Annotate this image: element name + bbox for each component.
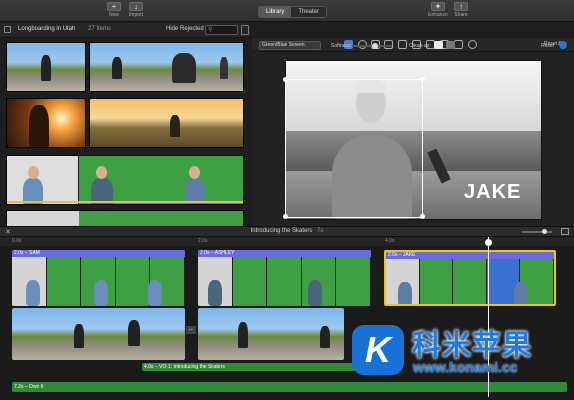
- magic-wand-icon: ✦: [431, 2, 445, 11]
- enhance-button[interactable]: ✦ Enhance: [427, 2, 449, 20]
- voiceover-clip[interactable]: 4.0s – VO-1: Introducing the Skaters: [142, 363, 364, 371]
- library-theater-toggle: Library Theater: [258, 6, 328, 18]
- top-toolbar: + New ↓ Import Library Theater ✦ Enhance…: [0, 0, 574, 22]
- softness-slider-knob[interactable]: [372, 43, 378, 49]
- timeline-clip-sam[interactable]: 2.0s – SAM: [12, 250, 185, 306]
- stabilization-icon[interactable]: [398, 40, 407, 49]
- watermark-logo: K: [352, 325, 404, 375]
- watermark-url: www.konami.cc: [413, 359, 518, 375]
- apply-checkmark-icon[interactable]: [559, 41, 567, 49]
- timeline-clip-skater-1[interactable]: [12, 308, 185, 360]
- timeline-clip-skater-2[interactable]: [198, 308, 344, 360]
- clip-thumbnail[interactable]: [6, 98, 86, 148]
- clip-thumbnail-selected[interactable]: [6, 155, 244, 205]
- event-title: Longboarding in Utah: [18, 26, 76, 32]
- filter-select[interactable]: Hide Rejected: [166, 26, 204, 32]
- eraser-icon[interactable]: [434, 41, 443, 49]
- resize-handle[interactable]: [283, 77, 288, 82]
- timeline-clip-ashley[interactable]: 2.0s – ASHLEY: [198, 250, 371, 306]
- item-count: 27 Items: [88, 26, 112, 32]
- cleanup-label: Clean-up:: [409, 43, 431, 49]
- imovie-window: + New ↓ Import Library Theater ✦ Enhance…: [0, 0, 574, 400]
- clip-thumbnail[interactable]: [6, 210, 244, 226]
- share-icon: ↑: [454, 2, 468, 11]
- timeline-clip-jake-selected[interactable]: 2.0s – JAKE: [384, 250, 556, 306]
- transition-icon[interactable]: ⇔: [186, 326, 196, 334]
- search-icon: ⚲: [208, 27, 213, 33]
- softness-label: Softness:: [331, 43, 352, 49]
- music-clip[interactable]: 7.2s – Own It: [12, 382, 567, 392]
- tab-library[interactable]: Library: [259, 7, 292, 17]
- tab-theater[interactable]: Theater: [291, 7, 327, 17]
- clip-browser: [0, 38, 250, 226]
- project-title: Introducing the Skaters 7s: [250, 228, 324, 234]
- brush-icon[interactable]: [446, 41, 455, 49]
- title-overlay[interactable]: JAKE: [464, 181, 521, 204]
- effect-select[interactable]: Green/Blue Screen: [259, 41, 321, 50]
- plus-icon: +: [107, 2, 121, 11]
- clip-thumbnail[interactable]: [6, 42, 86, 92]
- playhead-knob[interactable]: [485, 239, 492, 246]
- download-arrow-icon: ↓: [129, 2, 143, 11]
- resize-handle[interactable]: [283, 214, 288, 219]
- clip-thumbnail[interactable]: [89, 42, 244, 92]
- sidebar-toggle-icon[interactable]: [4, 26, 11, 33]
- import-button[interactable]: ↓ Import: [125, 2, 147, 20]
- clip-thumbnail[interactable]: [89, 98, 244, 148]
- clip-filter-icon[interactable]: [454, 40, 463, 49]
- new-button[interactable]: + New: [103, 2, 125, 20]
- resize-handle[interactable]: [420, 214, 425, 219]
- reset-button[interactable]: Reset: [541, 43, 554, 49]
- clip-appearance-icon[interactable]: [241, 25, 249, 35]
- overlay-frame[interactable]: [283, 77, 425, 219]
- share-button[interactable]: ↑ Share: [450, 2, 472, 20]
- watermark-name: 科米苹果: [412, 330, 533, 362]
- softness-slider[interactable]: [352, 43, 392, 49]
- resize-handle[interactable]: [420, 77, 425, 82]
- search-input[interactable]: ⚲: [205, 25, 238, 35]
- info-icon[interactable]: [468, 40, 477, 49]
